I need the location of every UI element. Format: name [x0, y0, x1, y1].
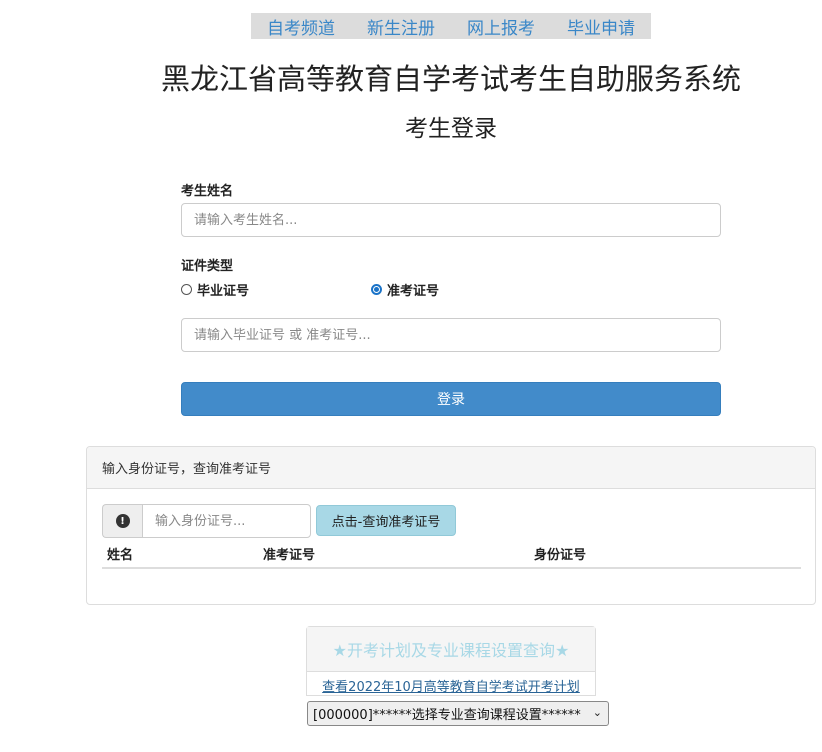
id-query-panel: 输入身份证号，查询准考证号 ! 点击-查询准考证号 姓名 准考证号 身份证号	[86, 446, 816, 605]
column-header-id-number: 身份证号	[534, 548, 587, 563]
radio-graduation-cert[interactable]: 毕业证号	[181, 280, 249, 299]
nav-link-self-study-channel[interactable]: 自考频道	[267, 14, 335, 39]
table-header-divider	[102, 567, 801, 569]
id-number-input[interactable]	[142, 504, 311, 538]
radio-graduation-label: 毕业证号	[197, 284, 250, 299]
exam-plan-heading: ★开考计划及专业课程设置查询★	[307, 627, 595, 672]
radio-unchecked-icon	[181, 284, 192, 295]
radio-admission-label: 准考证号	[387, 284, 440, 299]
radio-checked-icon	[371, 284, 382, 295]
exclamation-icon: !	[115, 514, 130, 528]
column-header-admission-number: 准考证号	[263, 548, 316, 563]
top-nav: 自考频道 新生注册 网上报考 毕业申请	[251, 13, 651, 39]
query-admission-button[interactable]: 点击-查询准考证号	[316, 505, 456, 536]
name-input[interactable]	[181, 203, 721, 237]
chevron-down-icon: ⌄	[592, 706, 602, 719]
id-query-panel-title: 输入身份证号，查询准考证号	[87, 447, 815, 489]
name-label: 考生姓名	[181, 184, 234, 199]
nav-link-graduation-application[interactable]: 毕业申请	[567, 14, 635, 39]
id-input-addon: !	[102, 504, 142, 538]
exam-plan-link[interactable]: 查看2022年10月高等教育自学考试开考计划	[307, 676, 595, 695]
page-title: 黑龙江省高等教育自学考试考生自助服务系统	[160, 62, 741, 96]
exam-plan-box: ★开考计划及专业课程设置查询★ 查看2022年10月高等教育自学考试开考计划	[306, 626, 596, 696]
page-subtitle: 考生登录	[405, 116, 497, 142]
radio-admission-ticket[interactable]: 准考证号	[371, 280, 439, 299]
nav-link-new-student-registration[interactable]: 新生注册	[367, 14, 435, 39]
major-select-value: [000000]******选择专业查询课程设置******	[313, 708, 581, 723]
major-select[interactable]: [000000]******选择专业查询课程设置****** ⌄	[307, 701, 609, 726]
nav-link-online-exam-registration[interactable]: 网上报考	[467, 14, 535, 39]
cert-number-input[interactable]	[181, 318, 721, 352]
cert-type-label: 证件类型	[181, 259, 234, 274]
column-header-name: 姓名	[107, 548, 134, 563]
login-button[interactable]: 登录	[181, 382, 721, 416]
